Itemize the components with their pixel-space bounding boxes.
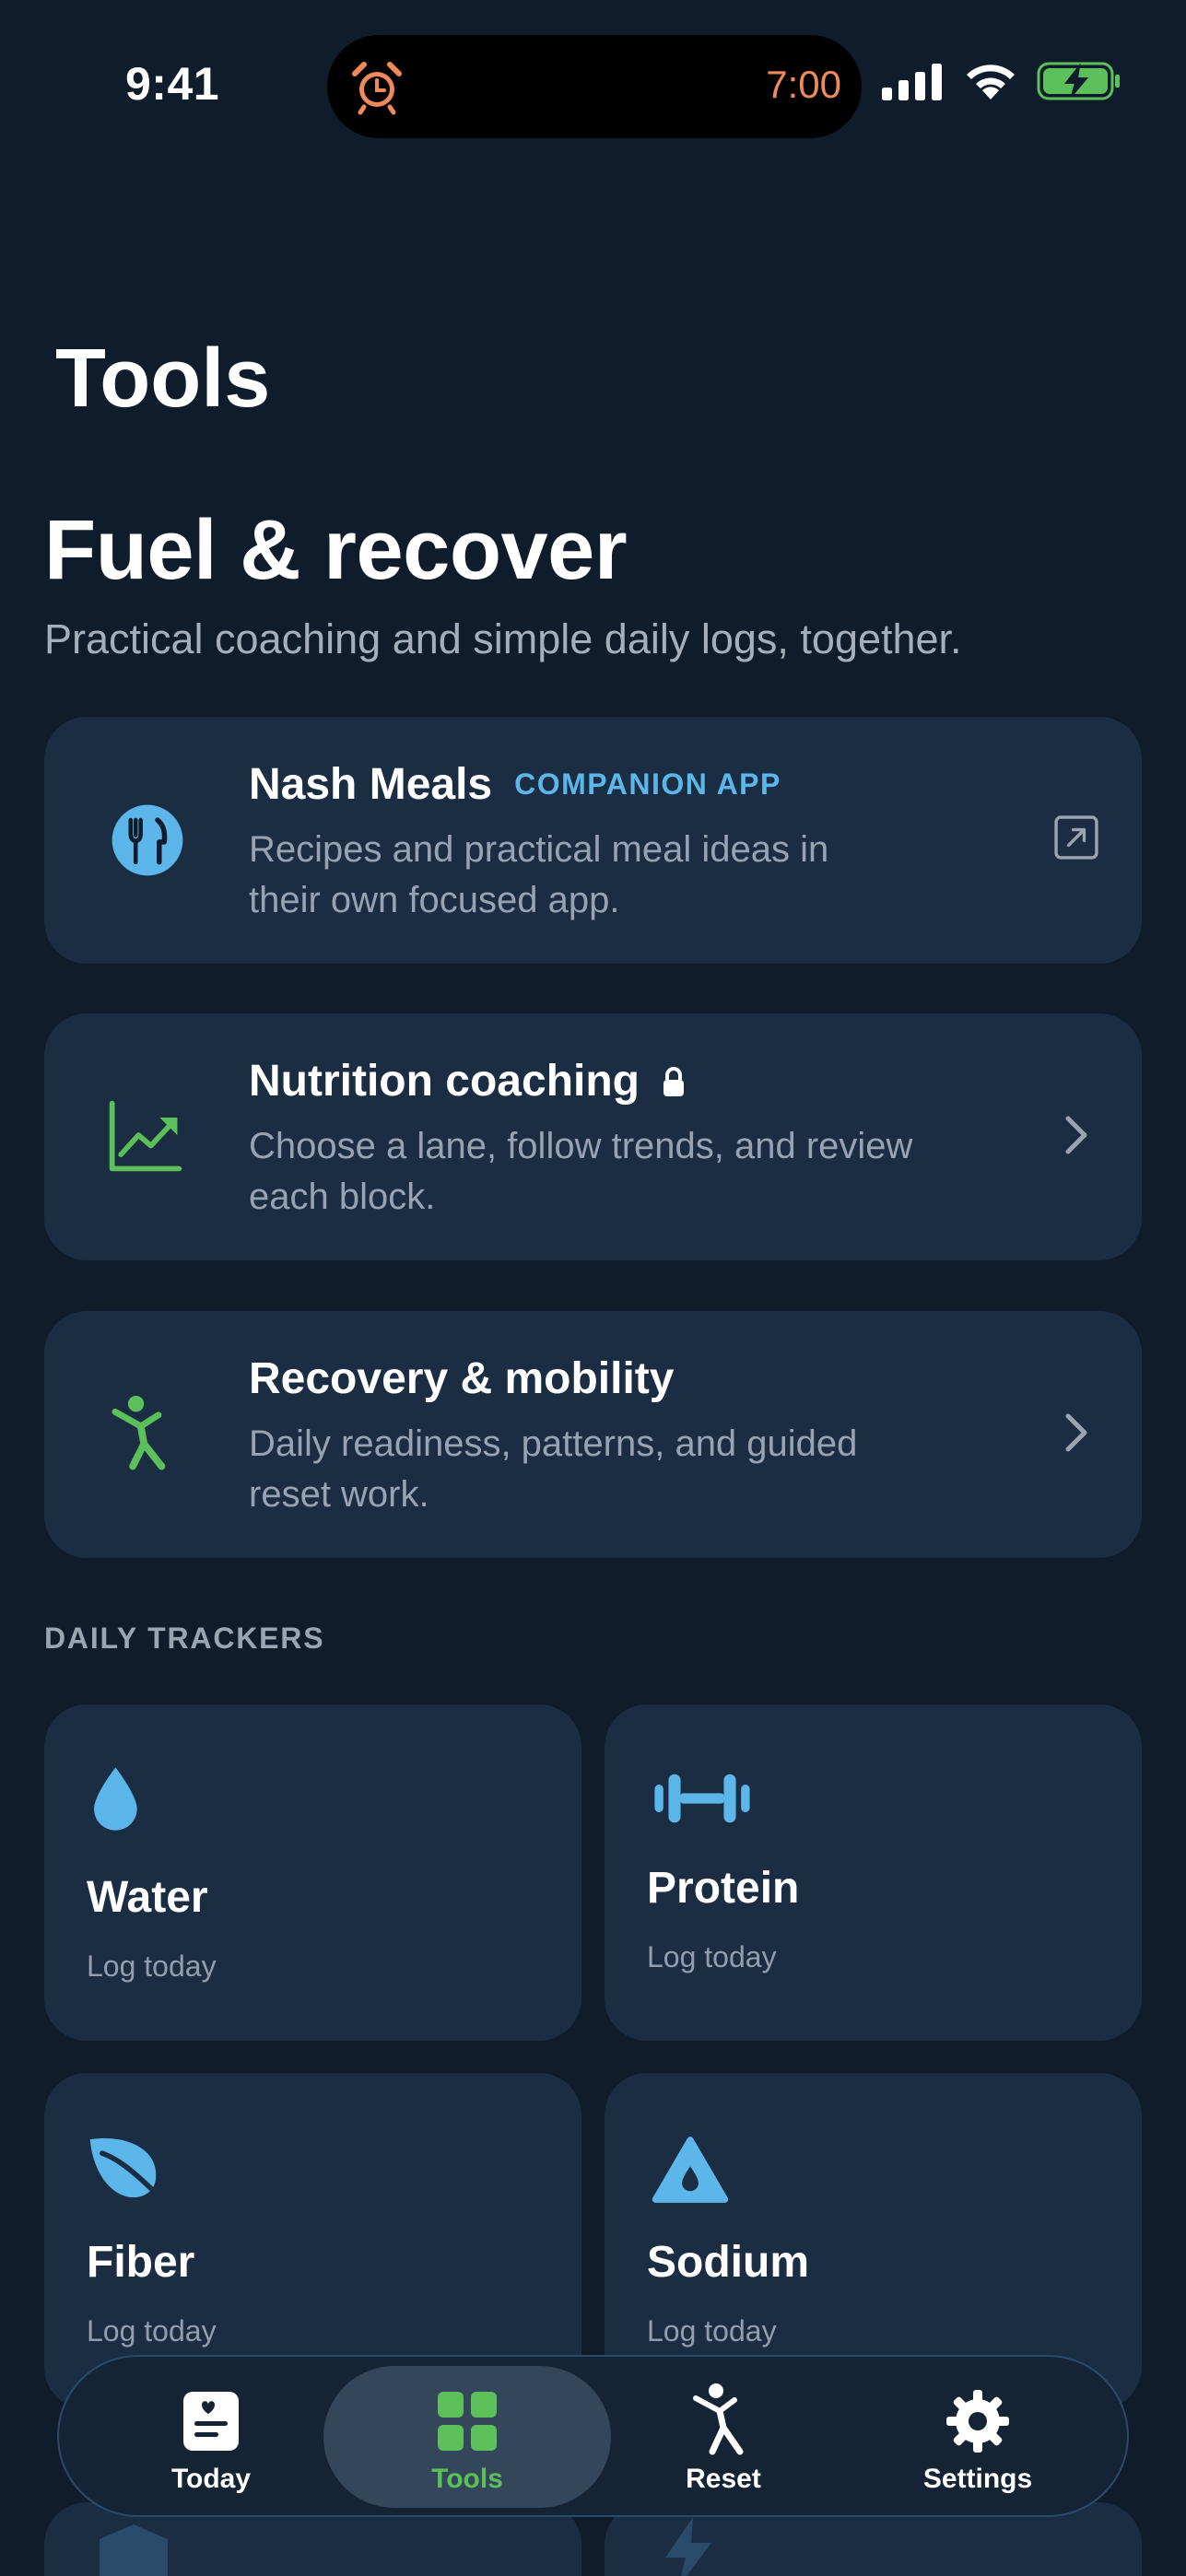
fork-knife-icon — [112, 804, 183, 876]
chevron-right-icon — [1065, 1413, 1087, 1452]
nash-meals-description: Recipes and practical meal ideas in thei… — [249, 829, 829, 920]
salt-triangle-icon — [652, 2137, 729, 2203]
sodium-title: Sodium — [647, 2238, 809, 2287]
chevron-right-icon — [1065, 1116, 1087, 1154]
recovery-mobility-title: Recovery & mobility — [249, 1354, 675, 1403]
alarm-clock-icon — [352, 62, 402, 115]
cube-icon — [100, 2524, 168, 2576]
status-bar: 9:41 7:00 — [0, 0, 1186, 175]
sodium-subtitle: Log today — [647, 2314, 777, 2348]
nutrition-coaching-title: Nutrition coaching — [249, 1057, 640, 1106]
dynamic-island: 7:00 — [327, 35, 862, 138]
nash-meals-card[interactable]: Nash Meals COMPANION APP Recipes and pra… — [44, 717, 1142, 964]
daily-trackers-header: DAILY TRACKERS — [44, 1622, 325, 1655]
grid-icon — [438, 2392, 497, 2451]
recovery-mobility-card[interactable]: Recovery & mobility Daily readiness, pat… — [44, 1311, 1142, 1558]
alarm-time: 7:00 — [766, 63, 841, 106]
companion-app-badge: COMPANION APP — [514, 767, 781, 801]
protein-tracker-tile[interactable]: Protein Log today — [605, 1704, 1142, 2041]
status-icons — [882, 61, 1121, 101]
protein-title: Protein — [647, 1864, 800, 1913]
tab-reset[interactable]: Reset — [581, 2357, 866, 2515]
stretch-figure-icon — [112, 1396, 166, 1470]
water-subtitle: Log today — [87, 1950, 217, 1983]
water-tracker-tile[interactable]: Water Log today — [44, 1704, 581, 2041]
nutrition-coaching-description: Choose a lane, follow trends, and review… — [249, 1126, 913, 1217]
status-time: 9:41 — [125, 58, 220, 110]
tab-reset-label: Reset — [686, 2464, 761, 2494]
lock-icon — [663, 1066, 684, 1096]
bolt-icon — [665, 2517, 711, 2576]
protein-subtitle: Log today — [647, 1940, 777, 1973]
chart-up-icon — [109, 1100, 182, 1172]
nash-meals-title: Nash Meals — [249, 760, 493, 809]
tab-bar: Today Tools Reset Settings — [57, 2355, 1129, 2517]
fiber-title: Fiber — [87, 2238, 195, 2287]
gear-icon — [946, 2390, 1009, 2453]
external-link-icon — [1054, 815, 1098, 860]
water-drop-icon — [94, 1767, 137, 1831]
tab-settings-label: Settings — [922, 2464, 1033, 2494]
fiber-subtitle: Log today — [87, 2314, 217, 2348]
tab-settings[interactable]: Settings — [835, 2357, 1121, 2515]
journal-heart-icon — [183, 2392, 239, 2451]
cellular-signal-icon — [882, 64, 942, 100]
leaf-icon — [89, 2137, 168, 2204]
recovery-mobility-description: Daily readiness, patterns, and guided re… — [249, 1423, 858, 1515]
tab-tools-label: Tools — [431, 2464, 503, 2494]
water-title: Water — [87, 1873, 208, 1922]
stretch-figure-icon — [693, 2383, 744, 2455]
tab-today[interactable]: Today — [68, 2357, 354, 2515]
wifi-icon — [967, 64, 1015, 100]
nutrition-coaching-card[interactable]: Nutrition coaching Choose a lane, follow… — [44, 1013, 1142, 1260]
tab-today-label: Today — [170, 2464, 252, 2494]
battery-charging-icon — [1037, 62, 1120, 100]
page-title: Tools — [55, 333, 271, 425]
dumbbell-icon — [654, 1774, 750, 1823]
hero-title: Fuel & recover — [44, 503, 628, 597]
hero-subtitle: Practical coaching and simple daily logs… — [44, 615, 962, 662]
tab-tools[interactable]: Tools — [324, 2357, 610, 2515]
